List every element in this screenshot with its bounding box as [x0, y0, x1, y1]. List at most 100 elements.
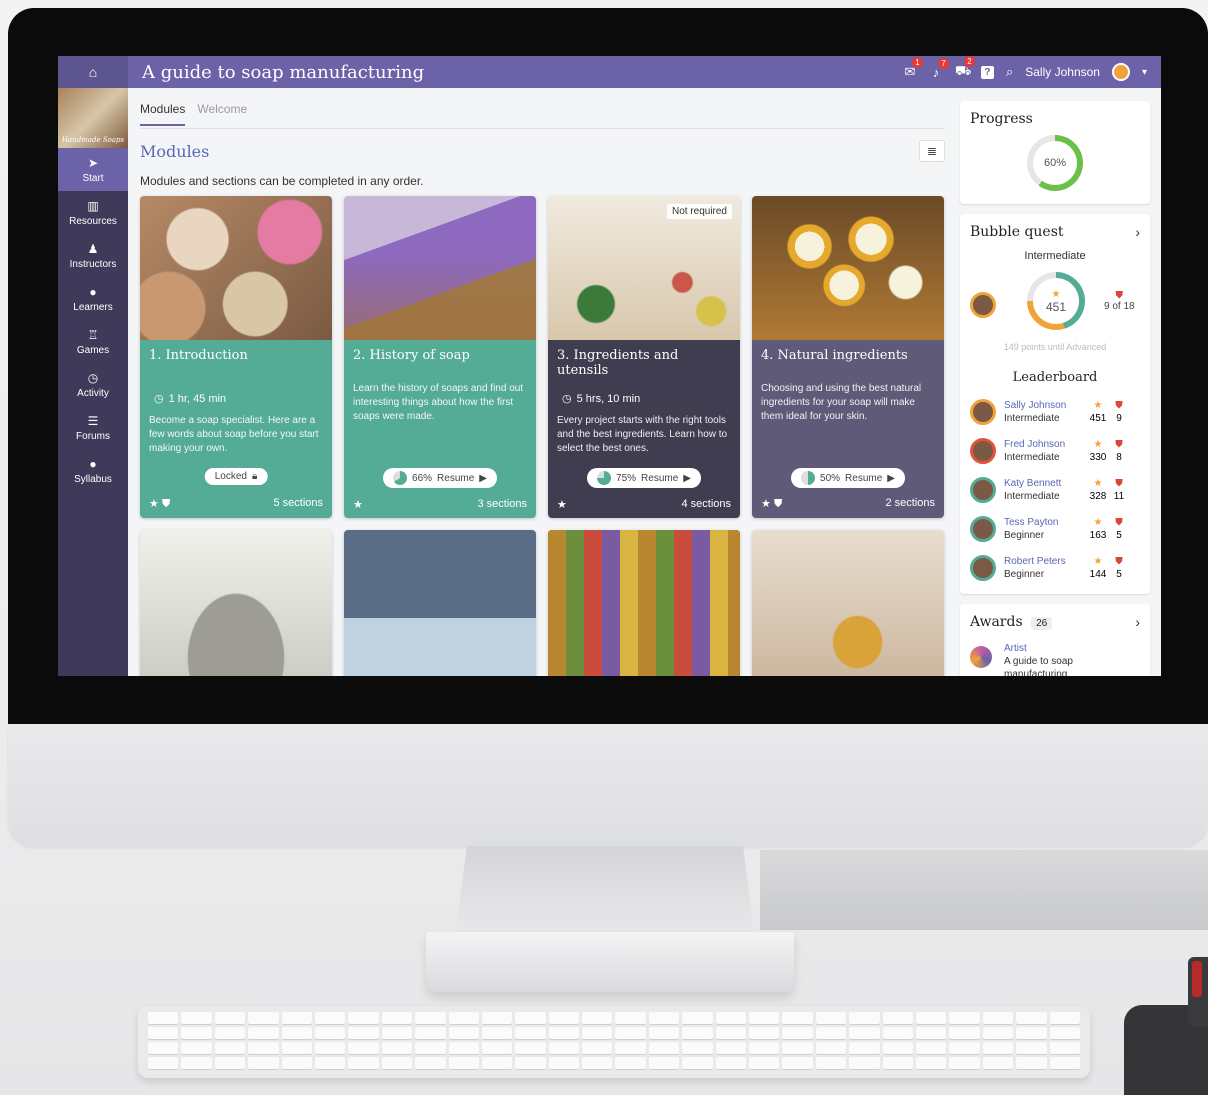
- module-card[interactable]: 4. Natural ingredients Choosing and usin…: [752, 196, 944, 518]
- leader-name[interactable]: Robert Peters: [1004, 555, 1084, 568]
- star-icon: ★: [353, 499, 363, 511]
- leaderboard-row[interactable]: Fred Johnson Intermediate ★ ⛊ 330 8: [970, 433, 1140, 469]
- module-card[interactable]: Not required 3. Ingredients and utensils…: [548, 196, 740, 518]
- leaderboard-row[interactable]: Robert Peters Beginner ★ ⛊ 144 5: [970, 550, 1140, 586]
- cart-button[interactable]: ⛟ 2: [955, 56, 975, 81]
- keyboard-key: [749, 1042, 780, 1054]
- sidebar-item-label: Forums: [76, 430, 110, 442]
- star-icon: ★: [1093, 517, 1103, 528]
- avatar[interactable]: [1111, 63, 1130, 81]
- module-card[interactable]: [752, 530, 944, 676]
- leaderboard-row[interactable]: Katy Bennett Intermediate ★ ⛊ 328 11: [970, 472, 1140, 508]
- award-item[interactable]: Artist A guide to soap manufacturing: [1004, 642, 1104, 676]
- shield-icon: ⛊: [1115, 439, 1123, 450]
- leader-name[interactable]: Katy Bennett: [1004, 477, 1084, 490]
- chevron-down-icon[interactable]: ▾: [1142, 67, 1147, 78]
- chevron-right-icon[interactable]: ›: [1135, 224, 1140, 240]
- sidebar-item-learners[interactable]: ● Learners: [58, 277, 128, 320]
- sidebar-item-forums[interactable]: ☰ Forums: [58, 406, 128, 449]
- help-button[interactable]: ?: [980, 65, 994, 79]
- course-logo[interactable]: Handmade Soaps: [58, 88, 128, 148]
- star-icon: ★: [1093, 556, 1103, 567]
- shield-icon: ⛊: [161, 498, 171, 510]
- keyboard-key: [815, 1027, 847, 1039]
- chevron-right-icon[interactable]: ›: [1135, 614, 1140, 630]
- keyboard-key: [615, 1027, 646, 1039]
- sidebar-item-instructors[interactable]: ♟ Instructors: [58, 234, 128, 277]
- leader-name[interactable]: Fred Johnson: [1004, 438, 1084, 451]
- sidebar-item-games[interactable]: ♖ Games: [58, 320, 128, 363]
- sidebar-item-resources[interactable]: ▥ Resources: [58, 191, 128, 234]
- messages-button[interactable]: ✉ 1: [903, 57, 923, 80]
- leader-name[interactable]: Sally Johnson: [1004, 399, 1084, 412]
- keyboard-key: [181, 1042, 212, 1054]
- user-name[interactable]: Sally Johnson: [1025, 65, 1100, 79]
- keyboard-key: [648, 1057, 680, 1069]
- sidebar-item-label: Games: [76, 344, 110, 356]
- resume-button[interactable]: 75% Resume ▶: [587, 468, 701, 488]
- keyboard-key: [415, 1042, 446, 1054]
- leader-points: 451: [1089, 413, 1107, 424]
- star-icon: ★: [1093, 400, 1103, 411]
- module-card[interactable]: 2. History of soap Learn the history of …: [344, 196, 536, 518]
- leaderboard-row[interactable]: Sally Johnson Intermediate ★ ⛊ 451 9: [970, 394, 1140, 430]
- keyboard-key: [715, 1012, 747, 1024]
- quest-level: Intermediate: [1024, 250, 1086, 262]
- keyboard-key: [1016, 1012, 1047, 1024]
- module-image: [752, 530, 944, 676]
- notifications-button[interactable]: ♪ 7: [929, 57, 949, 80]
- quest-points: 451: [1045, 299, 1067, 314]
- resume-button[interactable]: 50% Resume ▶: [791, 468, 905, 488]
- locked-button[interactable]: Locked 🔒︎: [204, 468, 268, 485]
- leader-name[interactable]: Tess Payton: [1004, 516, 1084, 529]
- module-card[interactable]: 1. Introduction ◷ 1 hr, 45 min Become a s…: [140, 196, 332, 518]
- module-title: 4. Natural ingredients: [761, 348, 908, 363]
- sidebar: Handmade Soaps ➤ Start ▥ Resources ♟ Instruct…: [58, 88, 128, 676]
- star-icon: ★: [1093, 439, 1103, 450]
- search-icon[interactable]: ⌕: [1006, 64, 1013, 80]
- tab-welcome[interactable]: Welcome: [197, 102, 247, 126]
- keyboard-key: [648, 1027, 680, 1039]
- awards-title: Awards 26: [970, 614, 1053, 630]
- home-button[interactable]: ⌂: [58, 56, 128, 88]
- list-view-button[interactable]: ≣: [919, 140, 945, 162]
- book-icon: ▥: [87, 198, 99, 213]
- divider: [140, 128, 944, 129]
- keyboard-key: [682, 1042, 713, 1054]
- top-bar: ⌂ A guide to soap manufacturing ✉ 1 ♪ 7 ⛟ 2…: [58, 56, 1161, 88]
- sidebar-item-start[interactable]: ➤ Start: [58, 148, 128, 191]
- keyboard-key: [815, 1042, 847, 1054]
- sidebar-item-label: Syllabus: [74, 473, 112, 485]
- awards-panel: Awards 26 › Artist A guide to soap manuf…: [960, 604, 1150, 676]
- leaderboard-row[interactable]: Tess Payton Beginner ★ ⛊ 163 5: [970, 511, 1140, 547]
- shield-icon: ⛊: [773, 498, 783, 510]
- module-card[interactable]: [548, 530, 740, 676]
- sidebar-item-activity[interactable]: ◷ Activity: [58, 363, 128, 406]
- keyboard-key: [1049, 1042, 1080, 1054]
- quest-next-level: 149 points until Advanced: [1003, 342, 1107, 352]
- bubble-quest-panel: Bubble quest › Intermediate ★ 451 ⛊ 9 of 1…: [960, 214, 1150, 594]
- keyboard-key: [515, 1057, 546, 1069]
- keyboard-key: [181, 1027, 212, 1039]
- keyboard-key: [348, 1042, 379, 1054]
- module-image: Not required: [548, 196, 740, 340]
- progress-ring: [597, 471, 612, 485]
- keyboard-key: [782, 1057, 813, 1069]
- monitor-chin: [8, 724, 1208, 846]
- module-sections: 5 sections: [273, 497, 323, 509]
- module-card[interactable]: [344, 530, 536, 676]
- sidebar-item-syllabus[interactable]: ● Syllabus: [58, 449, 128, 492]
- keyboard-key: [615, 1012, 646, 1024]
- module-card[interactable]: [140, 530, 332, 676]
- tab-modules[interactable]: Modules: [140, 102, 186, 126]
- keyboard-key: [682, 1027, 713, 1039]
- keyboard-key: [248, 1042, 279, 1054]
- keyboard-key: [314, 1042, 346, 1054]
- award-name: Artist: [1004, 643, 1027, 654]
- resume-button[interactable]: 66% Resume ▶: [383, 468, 497, 488]
- screen: ⌂ A guide to soap manufacturing ✉ 1 ♪ 7 ⛟ 2…: [58, 56, 1161, 676]
- keyboard-key: [749, 1027, 780, 1039]
- module-description: Choosing and using the best natural ingr…: [761, 383, 922, 422]
- leader-points: 330: [1089, 452, 1107, 463]
- module-duration: ◷ 1 hr, 45 min: [154, 392, 226, 406]
